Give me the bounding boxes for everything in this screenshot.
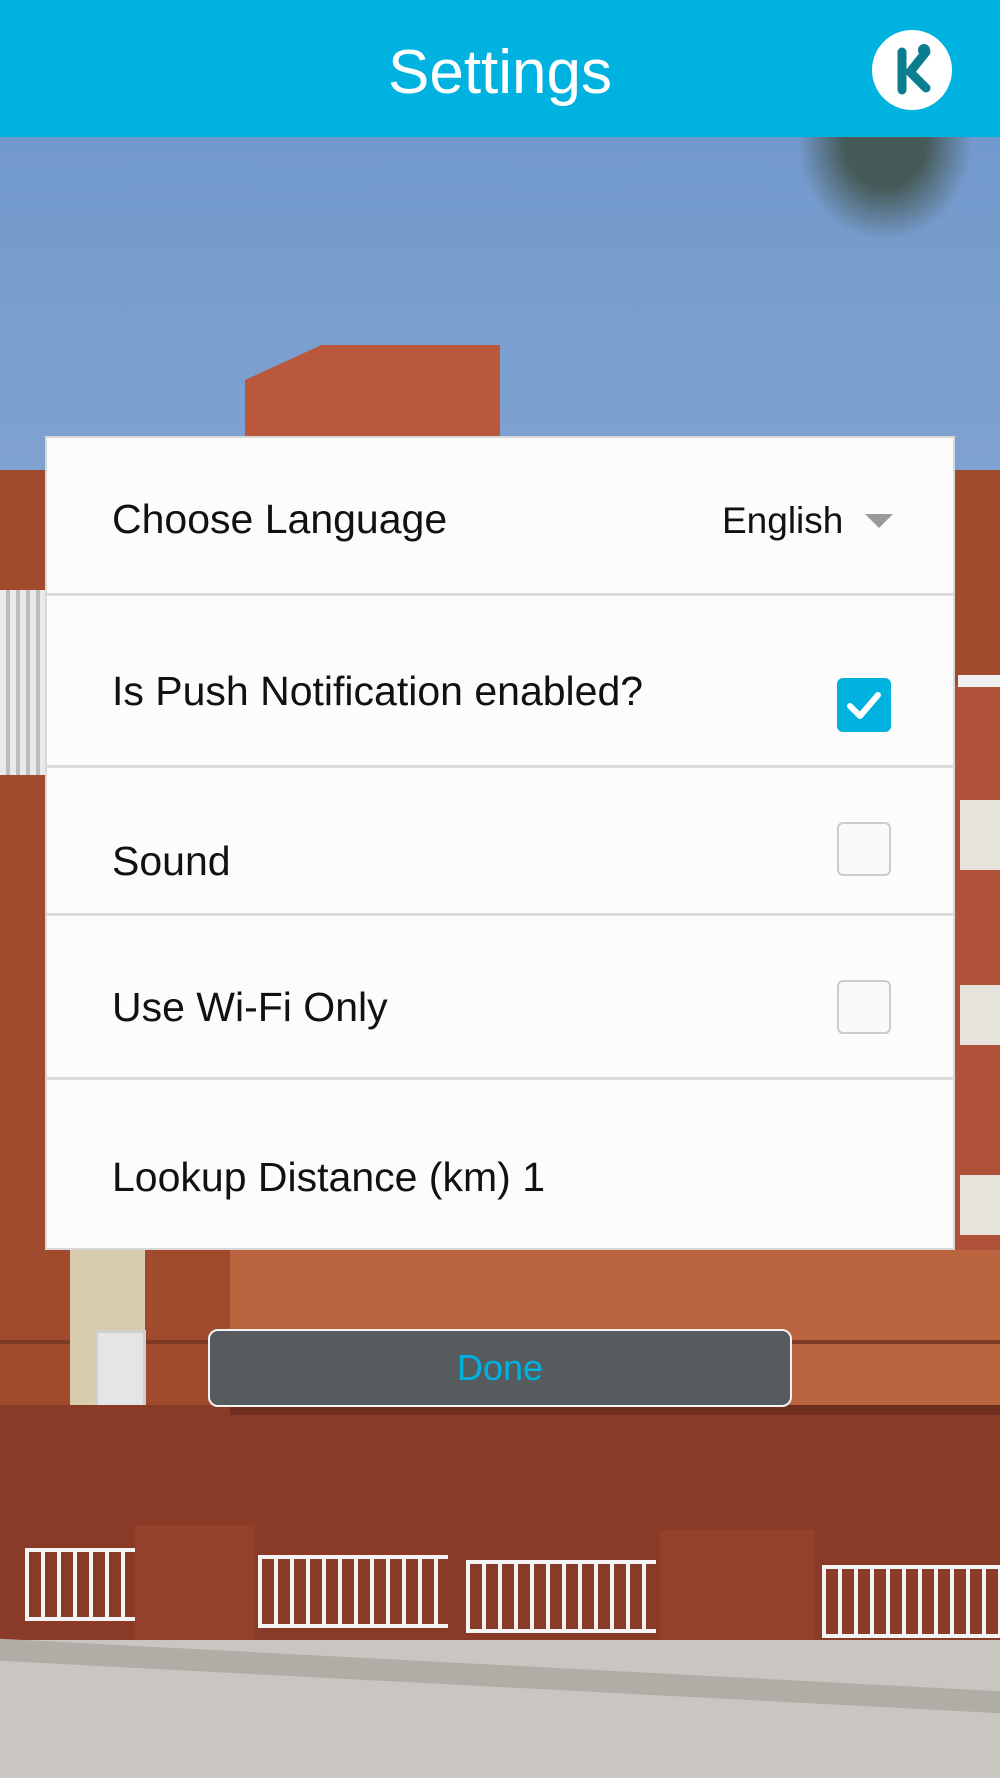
app-header: Settings xyxy=(0,0,1000,137)
wifi-only-checkbox[interactable] xyxy=(837,980,891,1034)
wifi-only-label: Use Wi-Fi Only xyxy=(112,984,388,1030)
language-value: English xyxy=(722,500,844,541)
awning xyxy=(0,590,45,775)
language-label: Choose Language xyxy=(112,496,448,542)
fence xyxy=(822,1565,1000,1638)
palm-tree xyxy=(790,130,980,250)
fence xyxy=(258,1555,448,1628)
sound-row: Sound xyxy=(47,768,953,916)
sound-checkbox[interactable] xyxy=(837,822,891,876)
window xyxy=(960,1175,1000,1235)
wifi-only-row: Use Wi-Fi Only xyxy=(47,916,953,1080)
fence xyxy=(25,1548,135,1621)
caret-down-icon xyxy=(865,514,894,528)
lookup-distance-label: Lookup Distance (km) xyxy=(112,1154,511,1200)
wall-post xyxy=(135,1525,255,1650)
window xyxy=(960,985,1000,1045)
fence xyxy=(466,1560,656,1633)
lookup-distance: Lookup Distance (km) 1 xyxy=(112,1154,545,1201)
done-button[interactable]: Done xyxy=(208,1329,792,1407)
building-wing-roof xyxy=(958,675,1000,687)
page-title: Settings xyxy=(387,38,613,107)
sound-label: Sound xyxy=(112,838,231,884)
lookup-distance-value[interactable]: 1 xyxy=(522,1154,545,1200)
window xyxy=(960,800,1000,870)
kiddo-k-logo-icon[interactable] xyxy=(872,30,952,110)
lookup-distance-row: Lookup Distance (km) 1 xyxy=(47,1080,953,1248)
language-row: Choose Language English xyxy=(47,438,953,596)
push-notification-checkbox[interactable] xyxy=(837,678,891,732)
settings-panel: Choose Language English Is Push Notifica… xyxy=(45,436,955,1250)
push-notification-row: Is Push Notification enabled? xyxy=(47,596,953,768)
checkmark-icon xyxy=(847,692,881,719)
push-notification-label: Is Push Notification enabled? xyxy=(112,668,644,714)
language-select[interactable]: English xyxy=(722,496,894,546)
